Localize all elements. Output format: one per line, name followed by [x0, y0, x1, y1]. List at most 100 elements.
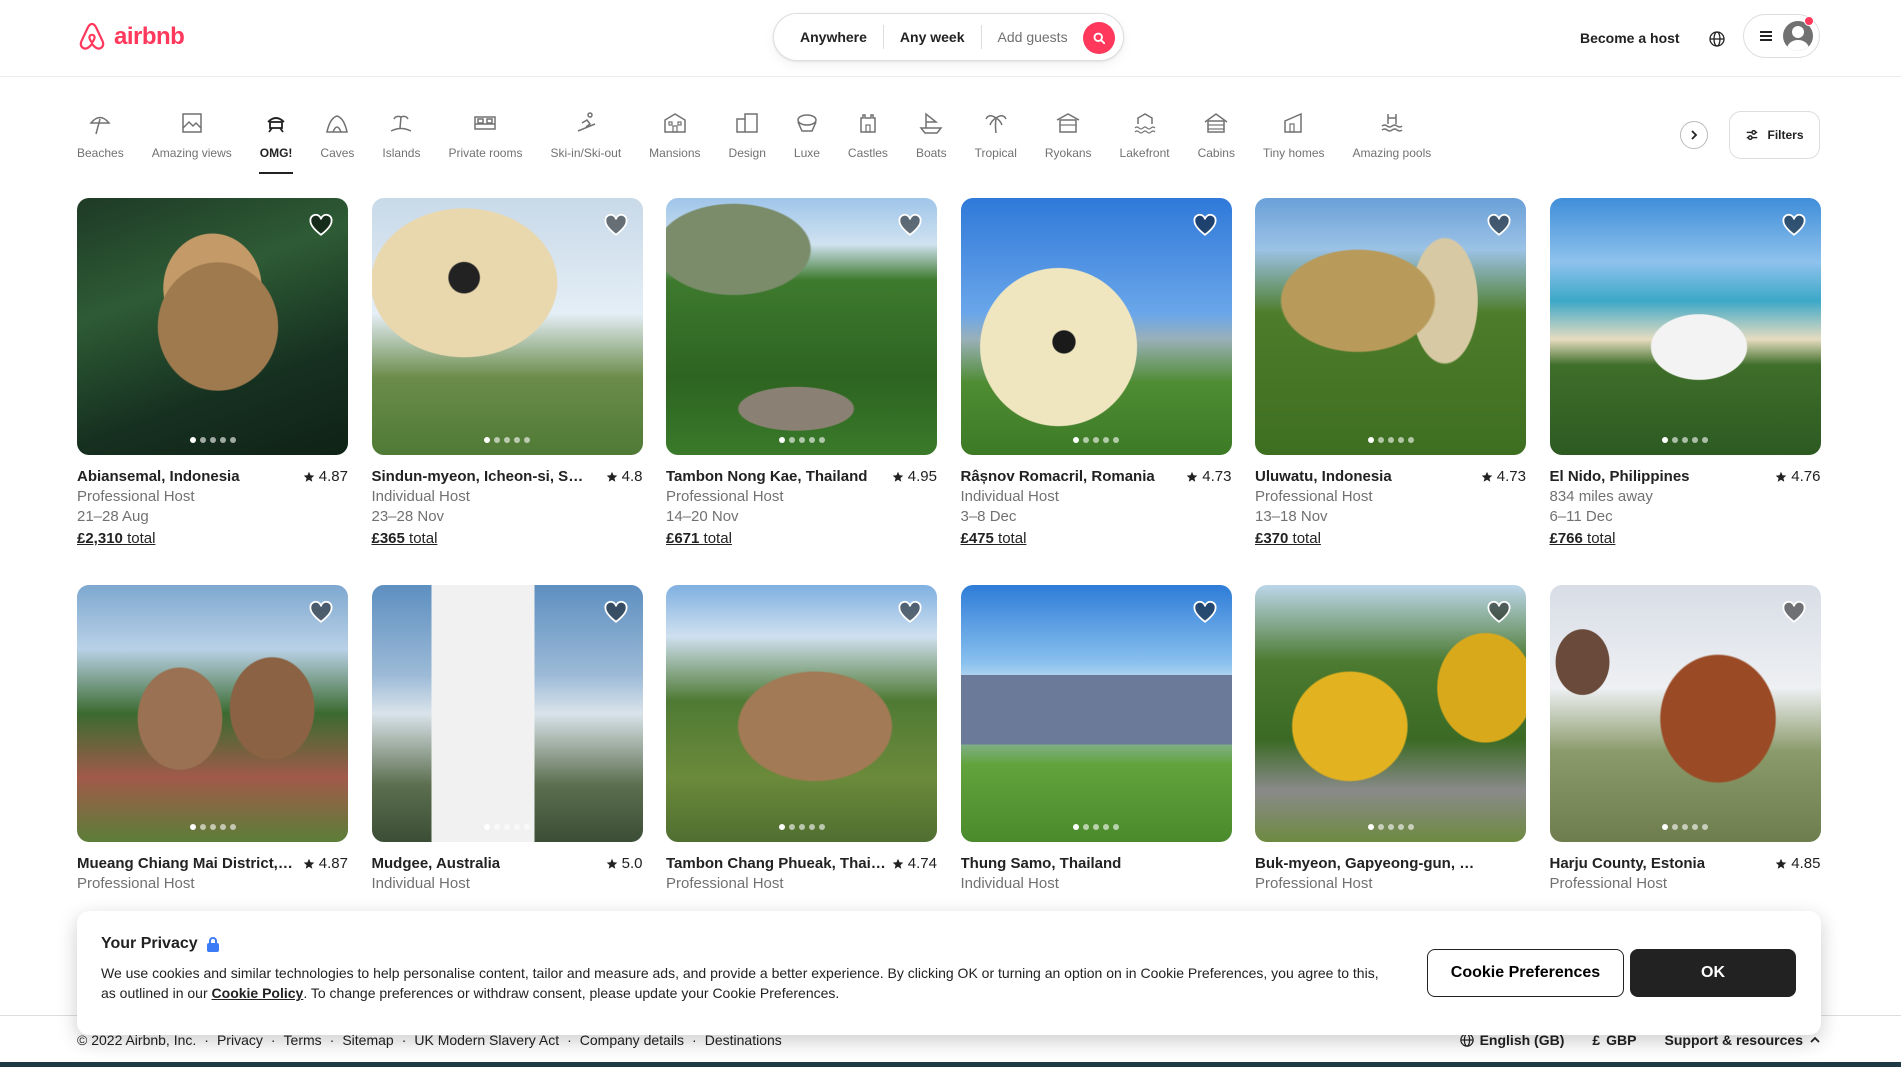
- hamburger-menu-icon: [1760, 31, 1772, 41]
- category-omg[interactable]: OMG!: [246, 108, 307, 174]
- listing-price-amount: £365: [371, 530, 405, 547]
- cookie-banner: Your Privacy We use cookies and similar …: [77, 911, 1821, 1035]
- listing-photo[interactable]: [77, 198, 348, 455]
- category-label: Mansions: [649, 146, 701, 160]
- listing-photo[interactable]: [1549, 585, 1821, 842]
- palm-tree-icon: [985, 115, 1007, 134]
- listing-photo[interactable]: [1549, 198, 1821, 455]
- category-label: Luxe: [793, 146, 820, 160]
- cookie-policy-link[interactable]: Cookie Policy: [212, 985, 304, 1001]
- listing-card[interactable]: Thung Samo, Thailand Individual Host: [960, 585, 1232, 894]
- category-boats[interactable]: Boats: [902, 108, 961, 174]
- listing-price-amount: £766: [1549, 530, 1583, 547]
- category-islands[interactable]: Islands: [368, 108, 434, 174]
- listing-photo[interactable]: [371, 585, 643, 842]
- cookie-ok-button[interactable]: OK: [1630, 949, 1796, 997]
- category-luxe[interactable]: Luxe: [780, 108, 834, 174]
- listing-photo[interactable]: [1255, 585, 1526, 842]
- category-cabins[interactable]: Cabins: [1184, 108, 1249, 174]
- heart-icon[interactable]: [1192, 212, 1218, 238]
- heart-icon[interactable]: [308, 212, 334, 238]
- star-icon: [1775, 858, 1787, 869]
- category-ryokans[interactable]: Ryokans: [1031, 108, 1106, 174]
- heart-icon[interactable]: [1781, 212, 1807, 238]
- language-button[interactable]: [1701, 23, 1733, 55]
- listing-rating: 4.87: [303, 467, 348, 487]
- heart-icon[interactable]: [603, 599, 629, 625]
- listing-info: Harju County, Estonia 4.85 Professional Ho…: [1550, 842, 1821, 894]
- cookie-text: We use cookies and similar technologies …: [101, 963, 1381, 1003]
- listing-photo[interactable]: [666, 585, 937, 842]
- lock-icon: [206, 937, 219, 952]
- listing-card[interactable]: Tambon Nong Kae, Thailand 4.95 Professiona…: [666, 198, 937, 549]
- listing-photo[interactable]: [77, 585, 348, 842]
- heart-icon[interactable]: [897, 212, 923, 238]
- beach-umbrella-icon: [89, 116, 111, 135]
- listing-photo[interactable]: [371, 198, 643, 455]
- listing-card[interactable]: Buk-myeon, Gapyeong-gun, South Korea Prof…: [1255, 585, 1526, 894]
- star-icon: [892, 858, 904, 869]
- star-icon: [1186, 471, 1198, 482]
- heart-icon[interactable]: [1192, 599, 1218, 625]
- listing-card[interactable]: Harju County, Estonia 4.85 Professional Ho…: [1549, 585, 1821, 894]
- listing-location: Sindun-myeon, Icheon-si, South Korea: [371, 468, 592, 485]
- listing-photo[interactable]: [960, 198, 1232, 455]
- listing-card[interactable]: Uluwatu, Indonesia 4.73 Professional Host 1…: [1255, 198, 1526, 549]
- heart-icon[interactable]: [603, 212, 629, 238]
- search-button[interactable]: [1083, 22, 1115, 54]
- listing-card[interactable]: Râșnov Romacril, Romania 4.73 Individual H…: [960, 198, 1232, 549]
- heart-icon[interactable]: [1486, 212, 1512, 238]
- filters-button[interactable]: Filters: [1729, 111, 1820, 159]
- listing-host: Professional Host: [77, 875, 195, 892]
- listing-rating: 4.87: [303, 854, 348, 874]
- listing-card[interactable]: Abiansemal, Indonesia 4.87 Professional Ho…: [77, 198, 348, 549]
- listing-card[interactable]: Tambon Chang Phueak, Thailand 4.74 Profess…: [666, 585, 937, 894]
- category-mansions[interactable]: Mansions: [635, 108, 714, 174]
- category-amazing-pools[interactable]: Amazing pools: [1339, 108, 1446, 174]
- category-amazing-views[interactable]: Amazing views: [138, 108, 246, 174]
- listing-card[interactable]: Sindun-myeon, Icheon-si, South Korea 4.8 I…: [371, 198, 643, 549]
- listing-info: Thung Samo, Thailand Individual Host: [961, 842, 1232, 894]
- category-label: Caves: [320, 146, 355, 160]
- listing-rating: 4.8: [606, 467, 643, 487]
- search-bar[interactable]: Anywhere Any week Add guests: [773, 13, 1124, 61]
- listing-card[interactable]: Mueang Chiang Mai District, Thailand 4.87…: [77, 585, 348, 894]
- tiny-home-icon: [1283, 112, 1302, 133]
- listing-card[interactable]: Mudgee, Australia 5.0 Individual Host: [371, 585, 643, 894]
- heart-icon[interactable]: [1486, 599, 1512, 625]
- listing-info: Uluwatu, Indonesia 4.73 Professional Host 1…: [1255, 455, 1526, 549]
- listing-photo[interactable]: [960, 585, 1232, 842]
- listing-rating-value: 4.87: [318, 468, 348, 485]
- category-design[interactable]: Design: [715, 108, 780, 174]
- category-private-rooms[interactable]: Private rooms: [434, 108, 536, 174]
- category-lakefront[interactable]: Lakefront: [1106, 108, 1184, 174]
- heart-icon[interactable]: [897, 599, 923, 625]
- heart-icon[interactable]: [308, 599, 334, 625]
- category-caves[interactable]: Caves: [306, 108, 368, 174]
- cookie-preferences-button[interactable]: Cookie Preferences: [1427, 949, 1624, 997]
- photo-pagination-dots: [1367, 824, 1414, 830]
- listing-location: El Nido, Philippines: [1549, 468, 1690, 485]
- become-host-link[interactable]: Become a host: [1572, 26, 1688, 50]
- listing-card[interactable]: El Nido, Philippines 4.76 834 miles away 6–…: [1549, 198, 1821, 549]
- category-tiny-homes[interactable]: Tiny homes: [1249, 108, 1339, 174]
- category-ski-in-ski-out[interactable]: Ski-in/Ski-out: [536, 108, 635, 174]
- listing-host: Professional Host: [1549, 875, 1668, 892]
- search-add-guests[interactable]: Add guests: [982, 29, 1084, 45]
- photo-pagination-dots: [189, 824, 236, 830]
- category-beaches[interactable]: Beaches: [63, 108, 138, 174]
- star-icon: [303, 858, 315, 869]
- listing-photo[interactable]: [666, 198, 937, 455]
- search-anywhere[interactable]: Anywhere: [784, 29, 883, 45]
- lakefront-icon: [1134, 113, 1155, 134]
- heart-icon[interactable]: [1781, 599, 1807, 625]
- airbnb-logo[interactable]: airbnb: [76, 20, 185, 54]
- category-next-button[interactable]: [1680, 121, 1708, 149]
- category-tropical[interactable]: Tropical: [961, 108, 1031, 174]
- photo-pagination-dots: [189, 437, 236, 443]
- listing-location: Thung Samo, Thailand: [960, 855, 1122, 872]
- search-any-week[interactable]: Any week: [884, 29, 981, 45]
- listing-photo[interactable]: [1255, 198, 1526, 455]
- listing-price-suffix: total: [703, 530, 732, 547]
- category-castles[interactable]: Castles: [834, 108, 902, 174]
